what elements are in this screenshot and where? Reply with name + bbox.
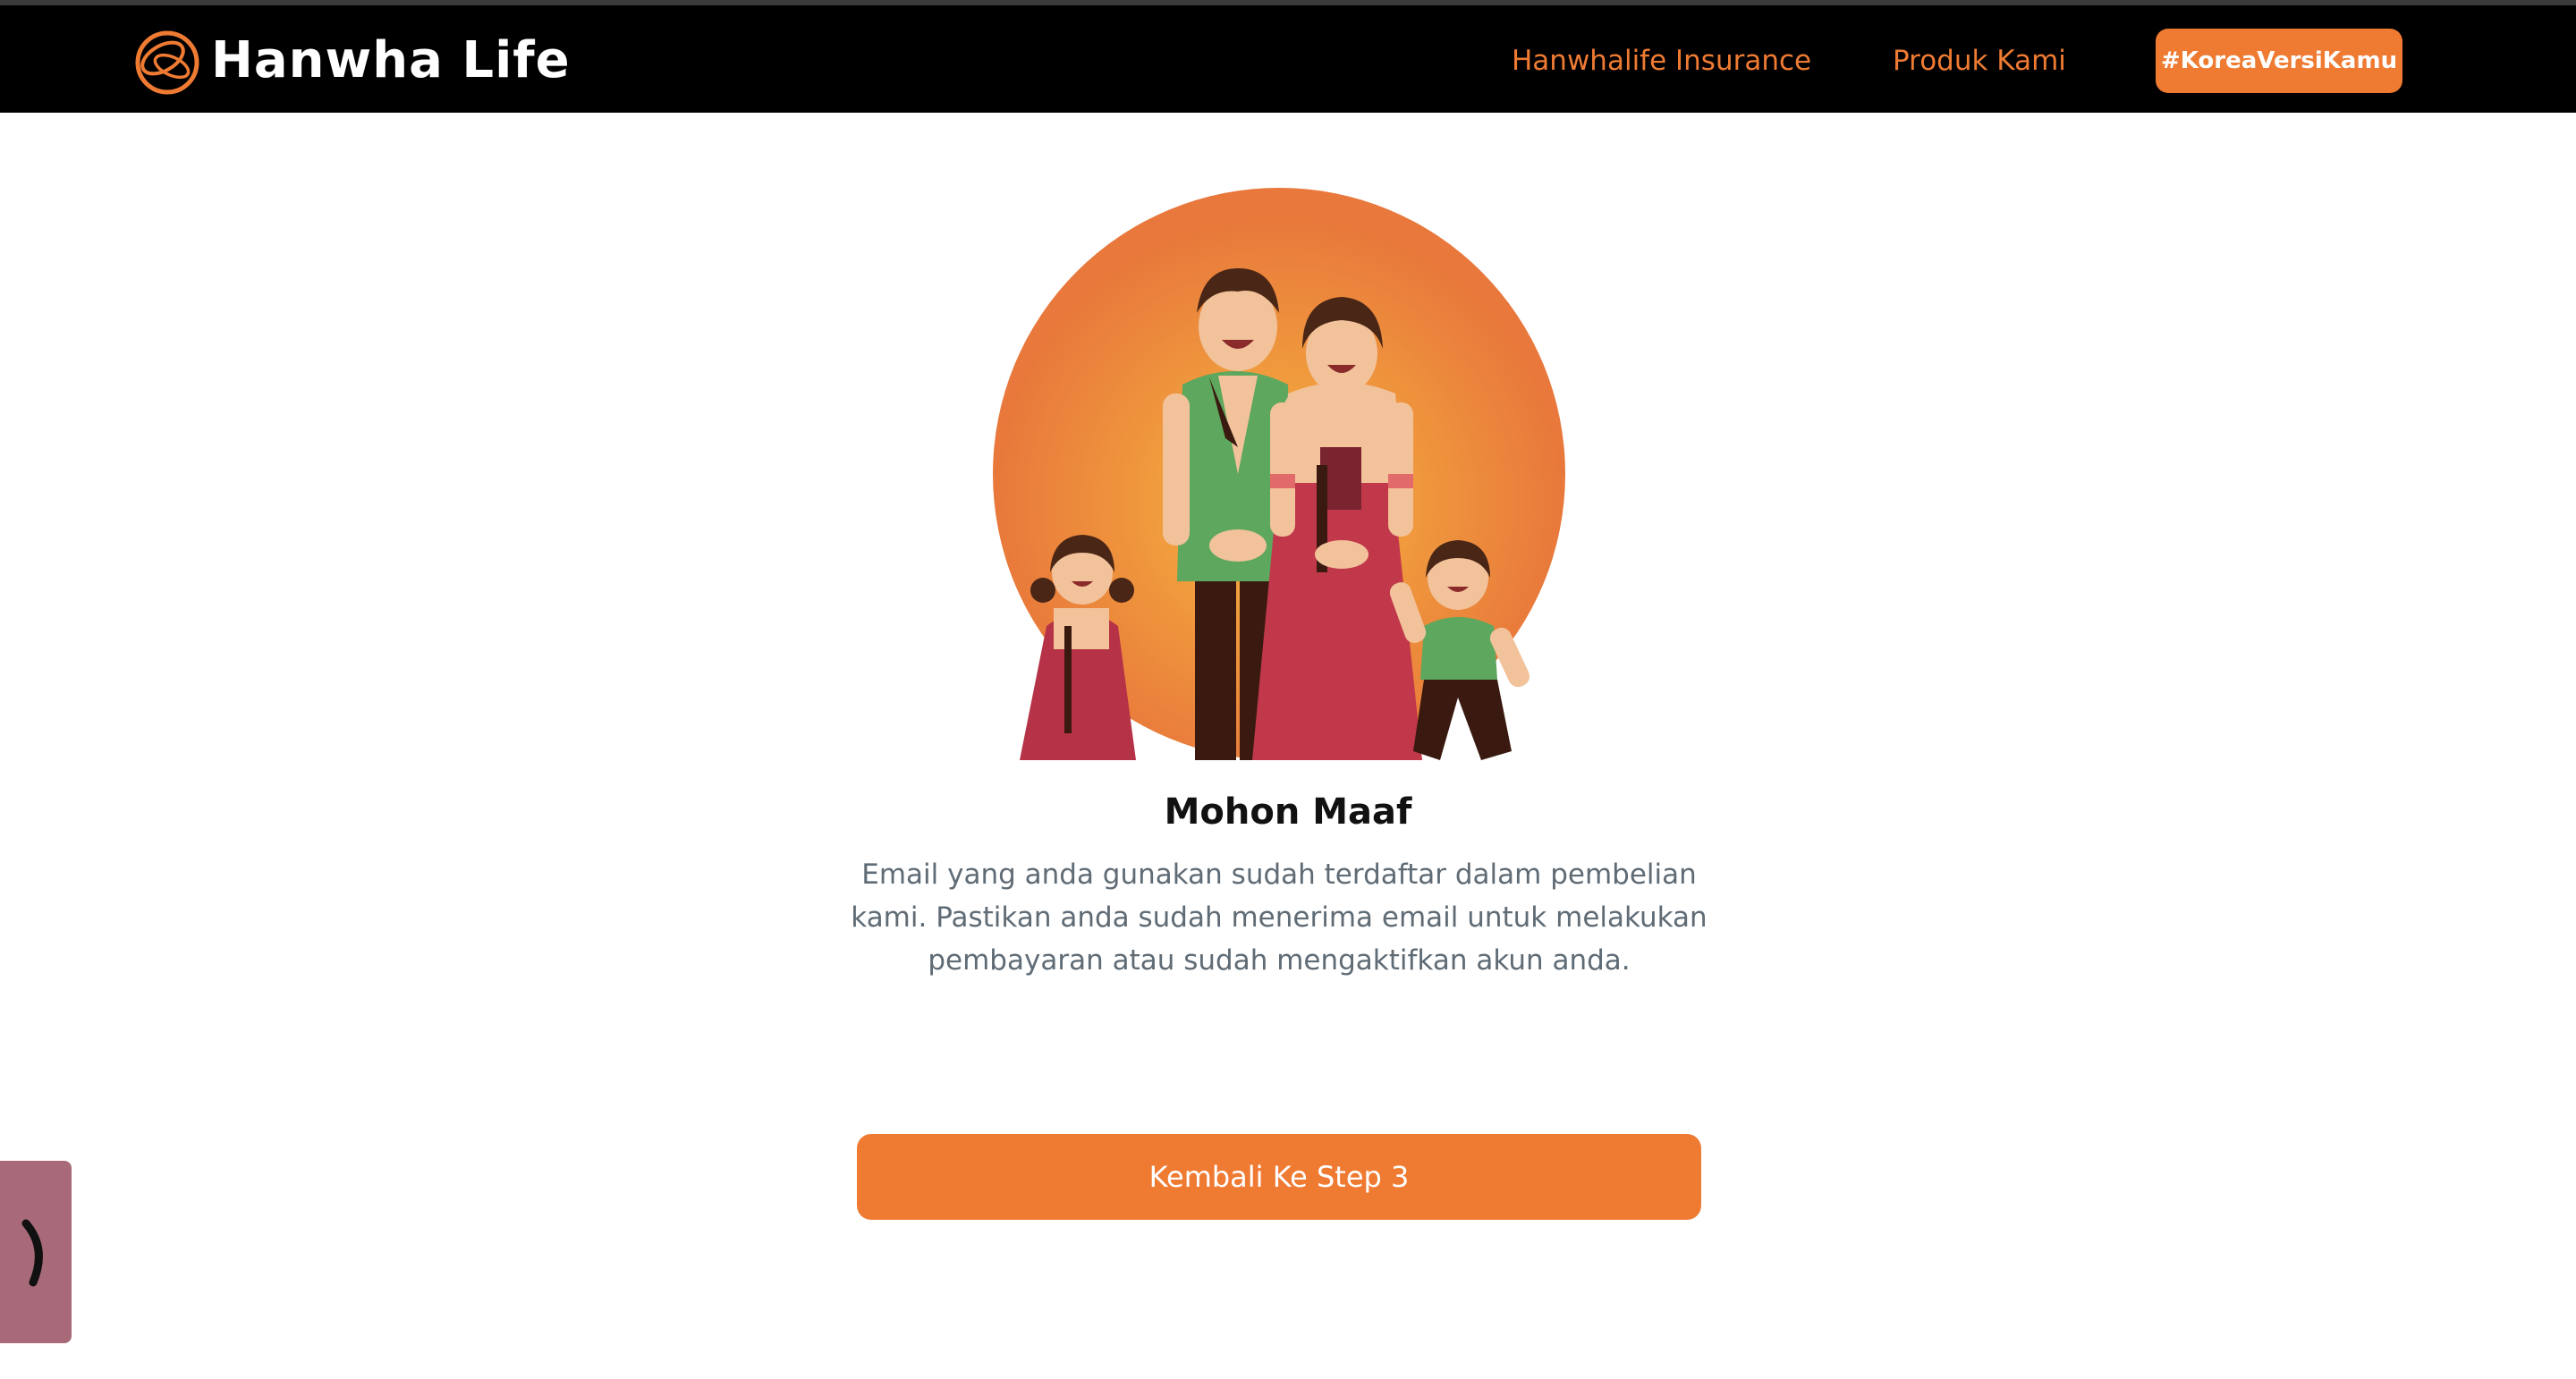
- nav-link-produk-kami[interactable]: Produk Kami: [1893, 43, 2066, 79]
- brand-logo[interactable]: Hanwha Life: [131, 23, 571, 98]
- family-illustration: [993, 188, 1565, 760]
- logo-text: Hanwha Life: [211, 31, 571, 89]
- nav-link-hanwhalife-insurance[interactable]: Hanwhalife Insurance: [1512, 43, 1811, 79]
- navbar: Hanwha Life Hanwhalife Insurance Produk …: [0, 5, 2576, 113]
- hanwha-logo-icon: [135, 30, 199, 95]
- page-title: Mohon Maaf: [1164, 791, 1412, 833]
- korea-versi-kamu-button[interactable]: #KoreaVersiKamu: [2156, 29, 2402, 93]
- error-message: Email yang anda gunakan sudah terdaftar …: [851, 859, 1707, 977]
- chevron-right-icon: [21, 1219, 43, 1287]
- back-to-step-3-button[interactable]: Kembali Ke Step 3: [857, 1134, 1701, 1220]
- side-drawer-toggle[interactable]: [0, 1161, 72, 1343]
